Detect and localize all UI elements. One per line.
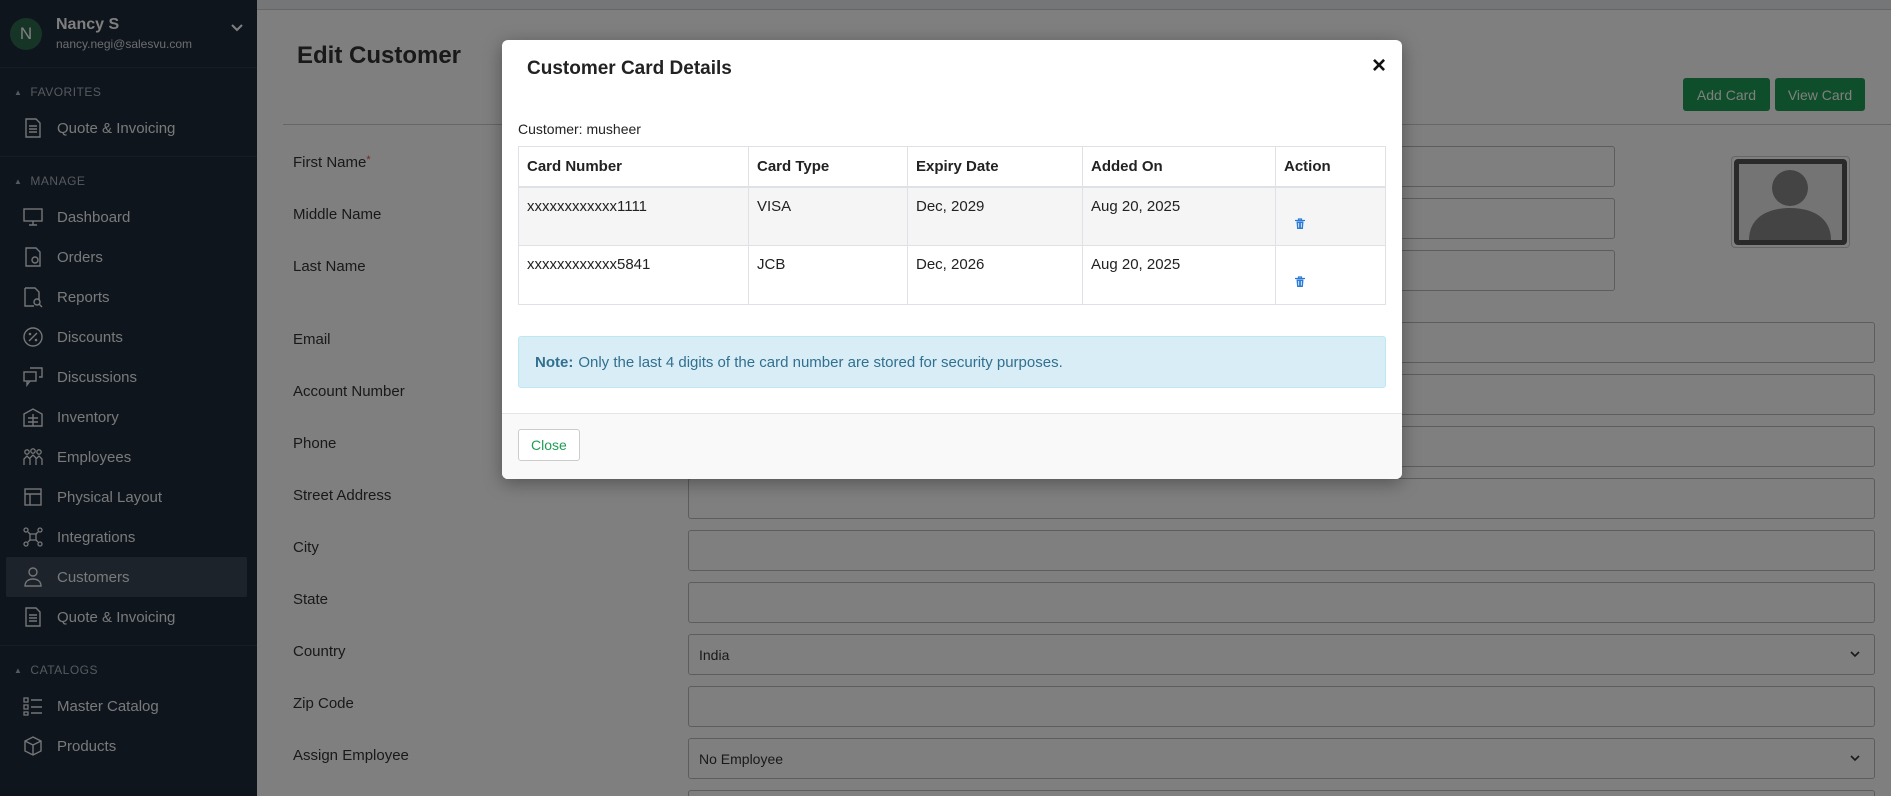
column-header: Card Number <box>518 146 749 188</box>
note-label: Note: <box>535 353 574 371</box>
trash-icon[interactable] <box>1294 217 1306 230</box>
column-header: Card Type <box>748 146 908 188</box>
card-type: VISA <box>748 186 908 246</box>
column-header: Expiry Date <box>907 146 1083 188</box>
added-on: Aug 20, 2025 <box>1082 245 1276 305</box>
close-icon[interactable]: × <box>1372 54 1386 78</box>
trash-icon[interactable] <box>1294 276 1306 288</box>
customer-card-details-modal: Customer Card Details × Customer: mushee… <box>502 40 1402 479</box>
table-header-row: Card Number Card Type Expiry Date Added … <box>518 146 1386 188</box>
cards-table: Card Number Card Type Expiry Date Added … <box>518 146 1386 305</box>
note-text: Only the last 4 digits of the card numbe… <box>578 353 1063 371</box>
card-type: JCB <box>748 245 908 305</box>
expiry-date: Dec, 2026 <box>907 245 1083 305</box>
modal-footer: Close <box>502 413 1402 479</box>
card-number: xxxxxxxxxxxx5841 <box>518 245 749 305</box>
table-row: xxxxxxxxxxxx1111 VISA Dec, 2029 Aug 20, … <box>518 186 1386 246</box>
column-header: Action <box>1275 146 1386 188</box>
added-on: Aug 20, 2025 <box>1082 186 1276 246</box>
card-number: xxxxxxxxxxxx1111 <box>518 186 749 246</box>
action-cell <box>1275 245 1386 305</box>
modal-title: Customer Card Details <box>527 58 732 79</box>
customer-name: Customer: musheer <box>518 121 641 137</box>
column-header: Added On <box>1082 146 1276 188</box>
expiry-date: Dec, 2029 <box>907 186 1083 246</box>
table-row: xxxxxxxxxxxx5841 JCB Dec, 2026 Aug 20, 2… <box>518 245 1386 305</box>
close-button[interactable]: Close <box>518 429 580 461</box>
action-cell <box>1275 186 1386 246</box>
security-note: Note: Only the last 4 digits of the card… <box>518 336 1386 388</box>
